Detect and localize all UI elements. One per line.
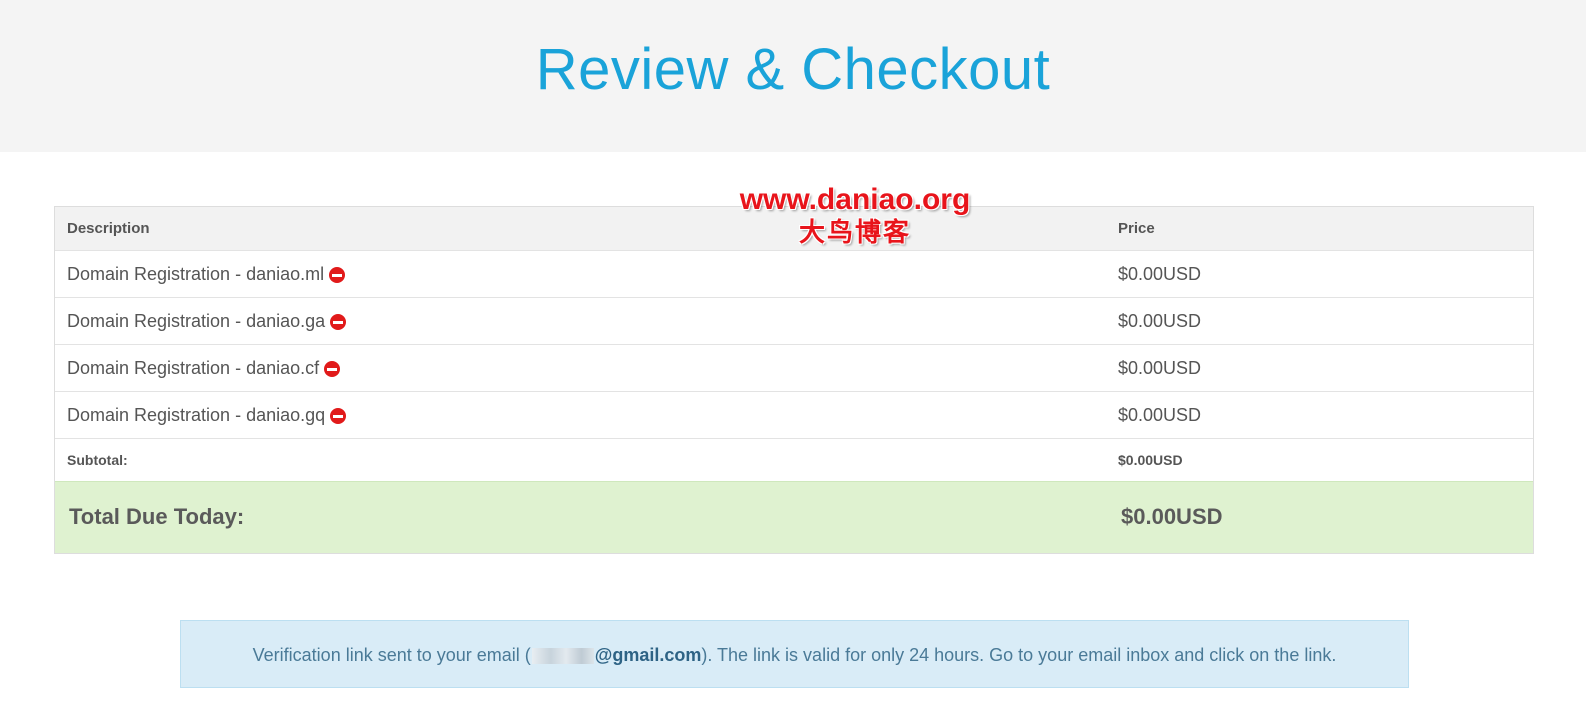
alert-text-prefix: Verification link sent to your email ( bbox=[252, 645, 531, 665]
remove-item-icon[interactable] bbox=[329, 266, 346, 283]
page-header: Review & Checkout bbox=[0, 0, 1586, 152]
alert-email-domain: @gmail.com bbox=[594, 645, 702, 665]
item-price: $0.00USD bbox=[1118, 405, 1202, 425]
item-description-cell: Domain Registration - daniao.ml bbox=[67, 264, 346, 285]
cart-item-row: Domain Registration - daniao.cf $0.00USD bbox=[55, 344, 1533, 391]
item-description-cell: Domain Registration - daniao.cf bbox=[67, 358, 341, 379]
cart-item-row: Domain Registration - daniao.ml $0.00USD bbox=[55, 250, 1533, 297]
redacted-email-user bbox=[531, 648, 594, 665]
cart-table: Description Price Domain Registration - … bbox=[54, 206, 1534, 554]
cart-item-row: Domain Registration - daniao.gq $0.00USD bbox=[55, 391, 1533, 438]
item-description: Domain Registration - daniao.gq bbox=[67, 405, 326, 425]
remove-item-icon[interactable] bbox=[330, 313, 347, 330]
item-description-cell: Domain Registration - daniao.ga bbox=[67, 311, 347, 332]
cart-item-row: Domain Registration - daniao.ga $0.00USD bbox=[55, 297, 1533, 344]
item-description: Domain Registration - daniao.ga bbox=[67, 311, 326, 331]
total-due-row: Total Due Today: $0.00USD bbox=[55, 481, 1533, 553]
item-description-cell: Domain Registration - daniao.gq bbox=[67, 405, 347, 426]
subtotal-label: Subtotal: bbox=[67, 452, 128, 468]
watermark-url: www.daniao.org bbox=[739, 183, 971, 216]
column-header-price: Price bbox=[1118, 220, 1155, 237]
alert-text-suffix: ). The link is valid for only 24 hours. … bbox=[701, 645, 1337, 665]
page-title: Review & Checkout bbox=[535, 37, 1051, 102]
item-price: $0.00USD bbox=[1118, 311, 1202, 331]
verification-alert: Verification link sent to your email ( @g… bbox=[180, 620, 1409, 688]
item-price: $0.00USD bbox=[1118, 358, 1202, 378]
item-description: Domain Registration - daniao.cf bbox=[67, 358, 320, 378]
total-due-label: Total Due Today: bbox=[69, 504, 245, 529]
remove-item-icon[interactable] bbox=[324, 360, 341, 377]
watermark-cn: 大鸟博客 bbox=[798, 218, 911, 248]
total-due-value: $0.00USD bbox=[1121, 504, 1223, 529]
column-header-description: Description bbox=[67, 220, 150, 237]
watermark: www.daniao.org 大鸟博客 bbox=[720, 182, 990, 248]
subtotal-value: $0.00USD bbox=[1118, 452, 1183, 468]
item-description: Domain Registration - daniao.ml bbox=[67, 264, 325, 284]
remove-item-icon[interactable] bbox=[330, 407, 347, 424]
subtotal-row: Subtotal: $0.00USD bbox=[55, 438, 1533, 481]
item-price: $0.00USD bbox=[1118, 264, 1202, 284]
